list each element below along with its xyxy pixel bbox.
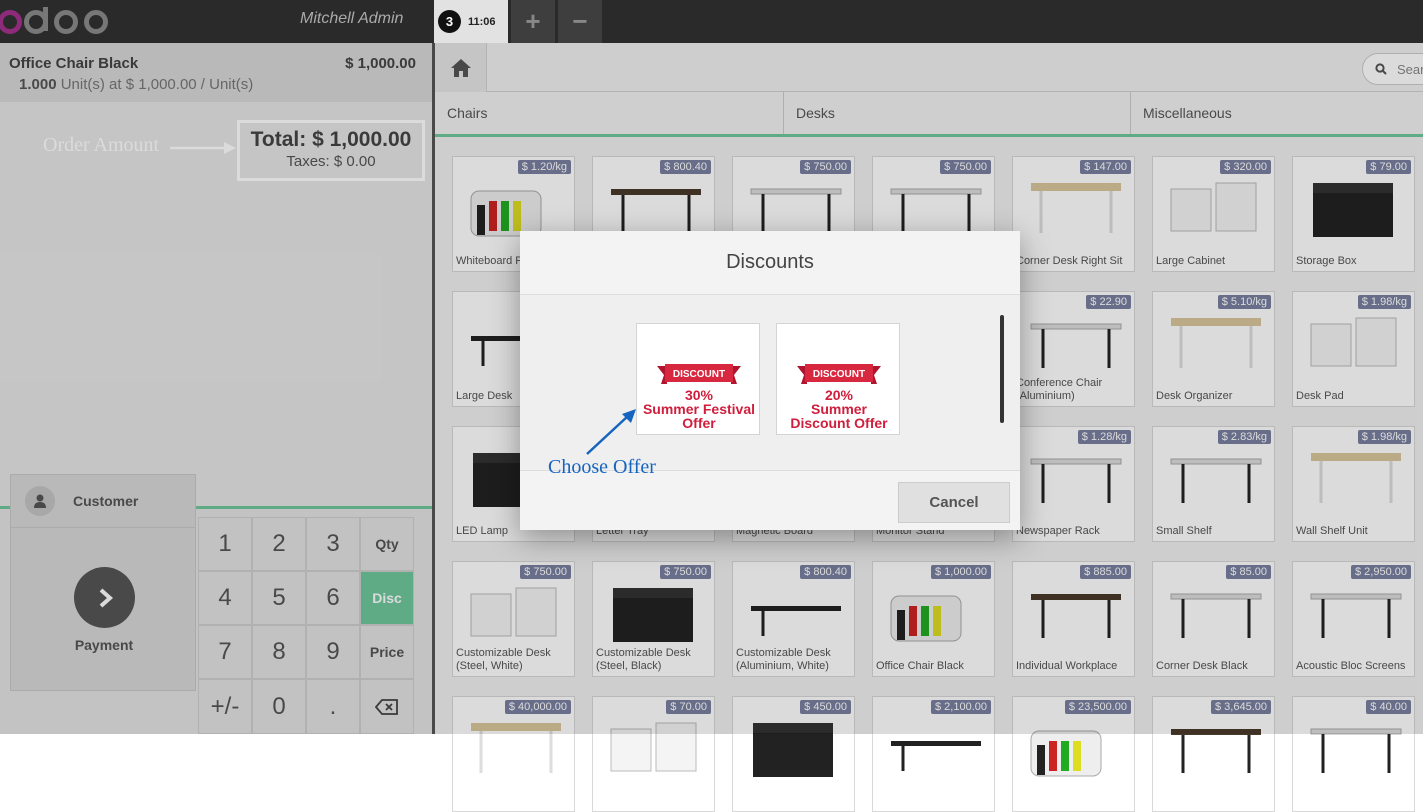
modal-scrollbar[interactable] [1000, 315, 1004, 423]
user-name[interactable]: Mitchell Admin [300, 10, 403, 28]
add-order-button[interactable]: + [511, 0, 555, 43]
offer-percent: 20% [824, 387, 854, 403]
offer-name-line2: Discount Offer [790, 415, 888, 431]
cancel-button[interactable]: Cancel [898, 482, 1010, 523]
offer-name-line1: Summer Festival [642, 401, 756, 417]
offer-percent: 30% [684, 387, 714, 403]
order-tab[interactable]: 3 11:06 [434, 0, 508, 43]
discount-ribbon-icon: DISCOUNT [797, 364, 881, 384]
offer-card-summer-discount[interactable]: DISCOUNT 20% Summer Discount Offer [776, 323, 900, 435]
order-time: 11:06 [468, 15, 496, 28]
odoo-logo-mark [0, 6, 108, 34]
offer-card-summer-festival[interactable]: DISCOUNT 30% Summer Festival Offer [636, 323, 760, 435]
offer-text: 30% Summer Festival Offer [637, 387, 759, 431]
offer-name-line1: Summer [810, 401, 868, 417]
offer-name-line2: Offer [682, 415, 716, 431]
discounts-modal: Discounts DISCOUNT 30% Summer Festival O… [520, 231, 1020, 530]
choose-offer-arrow [586, 409, 636, 455]
modal-title: Discounts [520, 231, 1020, 295]
odoo-logo [0, 0, 120, 43]
remove-order-button[interactable]: − [558, 0, 602, 43]
offer-badge: DISCOUNT [673, 369, 725, 380]
order-number-badge: 3 [438, 10, 461, 33]
offer-badge: DISCOUNT [813, 369, 865, 380]
discount-ribbon-icon: DISCOUNT [657, 364, 741, 384]
top-bar: Mitchell Admin 3 11:06 + − [0, 0, 1423, 43]
offer-text: 20% Summer Discount Offer [777, 387, 899, 431]
modal-footer: Cancel [520, 470, 1020, 530]
choose-offer-annotation: Choose Offer [548, 456, 656, 478]
